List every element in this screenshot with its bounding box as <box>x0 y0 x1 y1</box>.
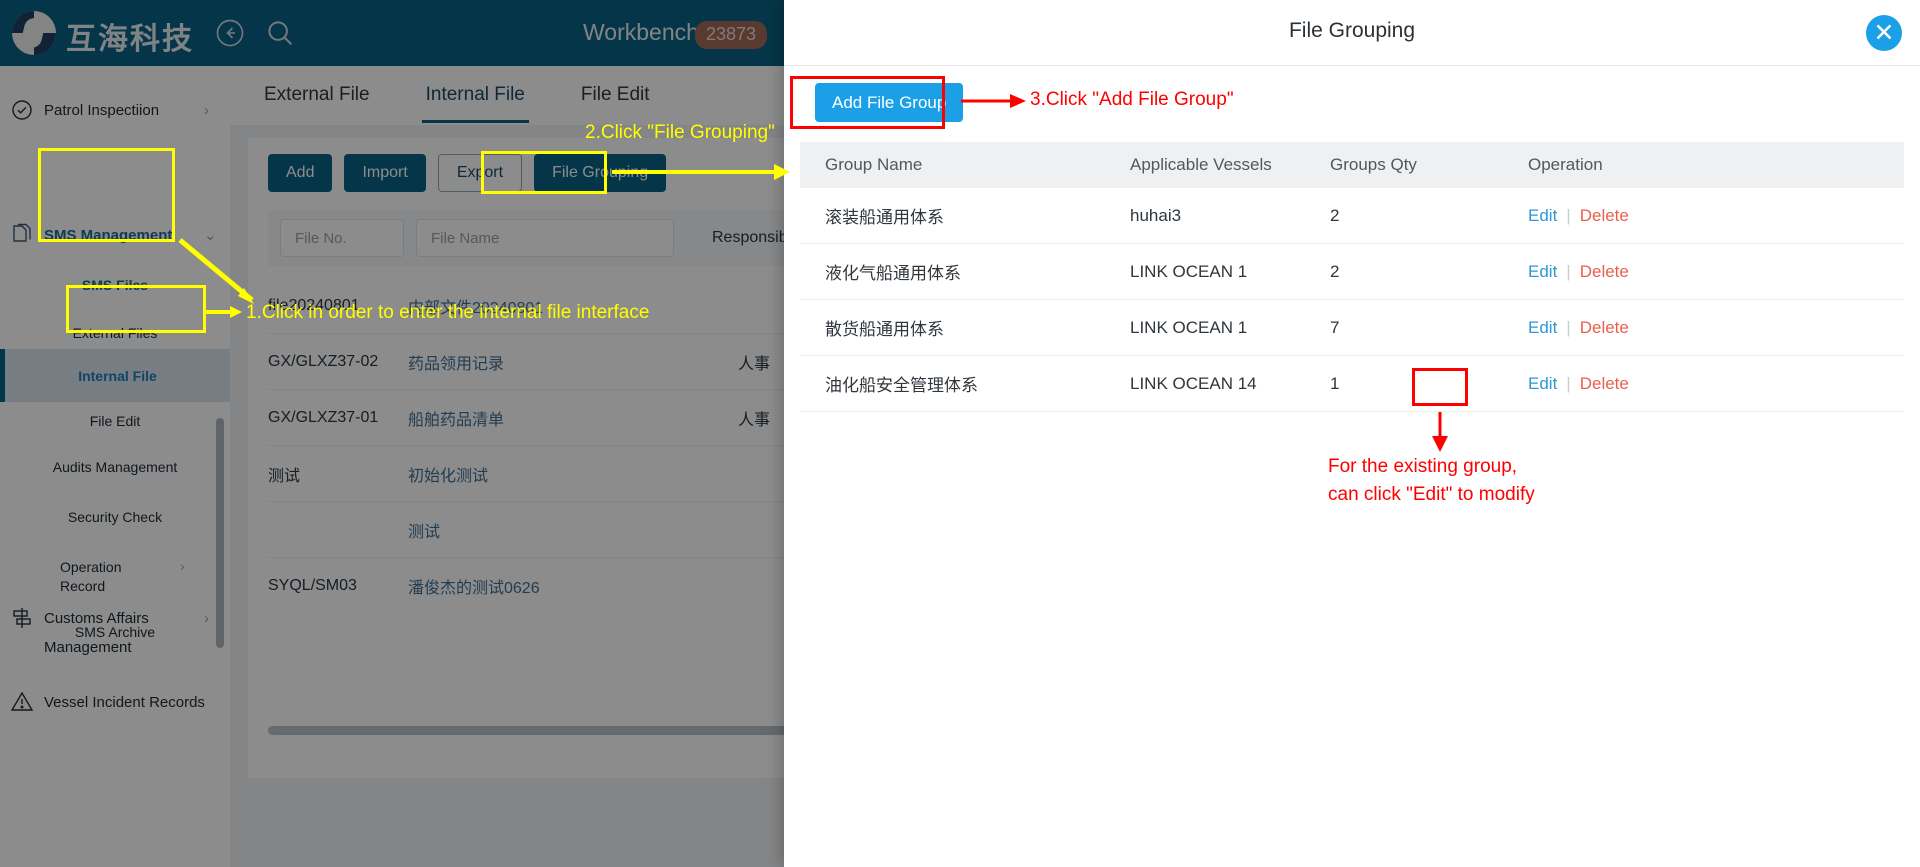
annotation-arrow-edit-note <box>1432 412 1448 452</box>
screen-root: Patrol Inspectiion › SMS Management ⌄ SM… <box>0 0 1920 867</box>
annotation-note-line-1: For the existing group, <box>1328 456 1518 477</box>
annotation-note-line-2: can click "Edit" to modify <box>1328 484 1535 505</box>
